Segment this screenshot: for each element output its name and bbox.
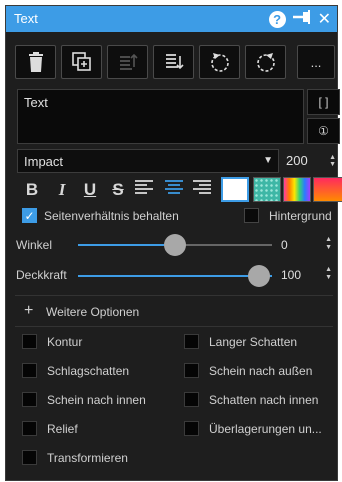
angle-increment-icon[interactable]: ▲	[325, 236, 332, 243]
numbering-button[interactable]: ①	[307, 118, 340, 144]
option-checkbox-inner-glow[interactable]	[22, 392, 37, 407]
strikethrough-button[interactable]: S	[107, 179, 129, 201]
panel-titlebar: Text ? ✕	[6, 6, 337, 32]
option-label: Schlagschatten	[47, 364, 130, 378]
more-options-label: Weitere Optionen	[46, 305, 140, 319]
option-checkbox-transform[interactable]	[22, 450, 37, 465]
text-input[interactable]: Text	[17, 89, 304, 144]
opacity-decrement-icon[interactable]: ▼	[325, 274, 332, 281]
opacity-label: Deckkraft	[16, 268, 67, 282]
font-family-value: Impact	[24, 154, 64, 169]
angle-decrement-icon[interactable]: ▼	[325, 244, 332, 251]
option-label: Schein nach außen	[209, 364, 313, 378]
option-checkbox-long-shadow[interactable]	[184, 334, 199, 349]
font-size-value: 200	[286, 153, 308, 168]
angle-label: Winkel	[16, 238, 53, 252]
bracket-button[interactable]: [ ]	[307, 89, 340, 115]
angle-value[interactable]: 0	[281, 238, 288, 252]
duplicate-icon	[71, 52, 92, 72]
keep-ratio-label: Seitenverhältnis behalten	[44, 209, 179, 223]
rotate-left-icon	[209, 51, 231, 73]
rotate-right-icon	[255, 51, 277, 73]
decrement-icon[interactable]: ▼	[329, 161, 336, 168]
more-icon: ...	[310, 54, 322, 70]
help-icon[interactable]: ?	[268, 11, 286, 28]
panel-title: Text	[14, 11, 38, 26]
chevron-down-icon: ▼	[263, 155, 273, 166]
duplicate-button[interactable]	[61, 45, 102, 79]
align-right-button[interactable]	[191, 179, 213, 201]
align-center-icon	[164, 180, 184, 201]
option-label: Schatten nach innen	[209, 393, 319, 407]
option-checkbox-outer-glow[interactable]	[184, 363, 199, 378]
underline-button[interactable]: U	[79, 179, 101, 201]
rotate-left-button[interactable]	[199, 45, 240, 79]
option-checkbox-overlays[interactable]	[184, 421, 199, 436]
color-swatch-white[interactable]	[221, 177, 249, 202]
angle-slider-fill	[78, 244, 175, 246]
format-toolbar: B I U S	[17, 177, 342, 204]
toolbar: ...	[15, 45, 335, 79]
color-swatch-fire[interactable]	[313, 177, 342, 202]
plus-icon: +	[24, 302, 34, 319]
bring-forward-icon	[118, 52, 138, 72]
option-label: Überlagerungen un...	[209, 422, 322, 436]
option-label: Langer Schatten	[209, 335, 298, 349]
option-label: Transformieren	[47, 451, 128, 465]
bring-forward-button[interactable]	[107, 45, 148, 79]
option-checkbox-relief[interactable]	[22, 421, 37, 436]
opacity-slider-fill	[78, 275, 272, 277]
option-label: Relief	[47, 422, 78, 436]
angle-slider-knob[interactable]	[164, 234, 186, 256]
rotate-right-button[interactable]	[245, 45, 286, 79]
background-checkbox[interactable]	[244, 208, 259, 223]
angle-slider-track	[175, 244, 272, 246]
align-left-button[interactable]	[133, 179, 155, 201]
option-label: Schein nach innen	[47, 393, 146, 407]
opacity-slider-knob[interactable]	[248, 265, 270, 287]
divider	[15, 295, 333, 296]
font-size-input[interactable]: 200 ▲ ▼	[282, 149, 340, 173]
send-backward-button[interactable]	[153, 45, 194, 79]
opacity-value[interactable]: 100	[281, 268, 301, 282]
keep-ratio-checkbox[interactable]: ✓	[22, 208, 37, 223]
option-checkbox-inner-shadow[interactable]	[184, 392, 199, 407]
option-label: Kontur	[47, 335, 83, 349]
close-icon[interactable]: ✕	[318, 11, 331, 29]
font-family-select[interactable]: Impact ▼	[17, 149, 279, 173]
text-panel: Text ? ✕ ... Text [] ① Impact ▼ 200 ▲ ▼…	[5, 5, 342, 481]
align-left-icon	[134, 180, 154, 201]
bold-button[interactable]: B	[21, 179, 43, 201]
color-swatch-teal-pattern[interactable]	[253, 177, 281, 202]
align-center-button[interactable]	[163, 179, 185, 201]
italic-button[interactable]: I	[51, 179, 73, 201]
option-checkbox-drop-shadow[interactable]	[22, 363, 37, 378]
delete-button[interactable]	[15, 45, 56, 79]
increment-icon[interactable]: ▲	[329, 154, 336, 161]
align-right-icon	[192, 180, 212, 201]
option-checkbox-kontur[interactable]	[22, 334, 37, 349]
background-label: Hintergrund	[269, 209, 332, 223]
opacity-increment-icon[interactable]: ▲	[325, 266, 332, 273]
send-backward-icon	[164, 52, 184, 72]
color-swatch-rainbow[interactable]	[283, 177, 311, 202]
more-button[interactable]: ...	[297, 45, 335, 79]
divider	[15, 326, 333, 327]
pin-icon[interactable]	[292, 9, 312, 30]
trash-icon	[27, 52, 45, 72]
